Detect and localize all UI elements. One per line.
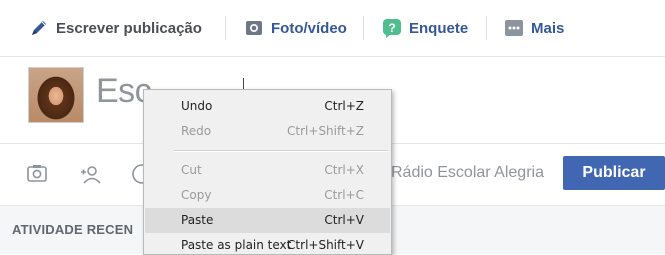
tab-photo-video-label: Foto/vídeo	[271, 19, 347, 37]
menu-item-redo[interactable]: Redo Ctrl+Shift+Z	[145, 119, 390, 144]
composer-tab-bar: Escrever publicação Foto/vídeo ? Enquete…	[0, 0, 665, 57]
tab-more-label: Mais	[531, 19, 565, 37]
pencil-icon	[29, 18, 49, 38]
tab-more[interactable]: Mais	[504, 16, 564, 40]
context-menu: Undo Ctrl+Z Redo Ctrl+Shift+Z Cut Ctrl+X…	[143, 89, 392, 255]
tag-friend-icon[interactable]	[80, 163, 102, 185]
menu-item-shortcut: Ctrl+Shift+V	[287, 238, 364, 252]
menu-item-shortcut: Ctrl+Z	[324, 99, 364, 113]
menu-item-undo[interactable]: Undo Ctrl+Z	[145, 94, 390, 119]
menu-item-shortcut: Ctrl+Shift+Z	[287, 124, 364, 138]
tab-write-post-label: Escrever publicação	[56, 19, 202, 37]
photo-icon[interactable]	[26, 163, 48, 185]
tab-divider	[225, 16, 226, 40]
menu-item-shortcut: Ctrl+V	[324, 213, 364, 227]
menu-item-label: Undo	[181, 99, 213, 113]
menu-separator-highlight	[174, 151, 388, 152]
tab-write-post[interactable]: Escrever publicação	[29, 16, 202, 40]
menu-item-paste[interactable]: Paste Ctrl+V	[145, 208, 390, 233]
tab-poll[interactable]: ? Enquete	[382, 16, 468, 40]
camera-icon	[244, 18, 264, 38]
activity-heading: ATIVIDADE RECEN	[12, 222, 134, 237]
svg-text:?: ?	[388, 21, 395, 35]
tab-poll-label: Enquete	[409, 19, 469, 37]
menu-item-shortcut: Ctrl+C	[324, 188, 364, 202]
menu-item-label: Paste as plain text	[181, 238, 292, 252]
tab-divider	[363, 16, 364, 40]
menu-item-shortcut: Ctrl+X	[324, 163, 364, 177]
menu-item-label: Cut	[181, 163, 202, 177]
menu-item-paste-plain[interactable]: Paste as plain text Ctrl+Shift+V	[145, 233, 390, 253]
menu-item-label: Paste	[181, 213, 214, 227]
menu-item-cut[interactable]: Cut Ctrl+X	[145, 158, 390, 183]
more-icon	[504, 18, 524, 38]
tab-divider	[486, 16, 487, 40]
publish-button[interactable]: Publicar	[563, 156, 665, 190]
poll-icon: ?	[382, 18, 402, 38]
avatar	[28, 67, 84, 123]
audience-page-name[interactable]: Rádio Escolar Alegria	[391, 164, 544, 182]
tab-photo-video[interactable]: Foto/vídeo	[244, 16, 347, 40]
menu-item-copy[interactable]: Copy Ctrl+C	[145, 183, 390, 208]
menu-item-label: Copy	[181, 188, 212, 202]
menu-item-label: Redo	[181, 124, 212, 138]
